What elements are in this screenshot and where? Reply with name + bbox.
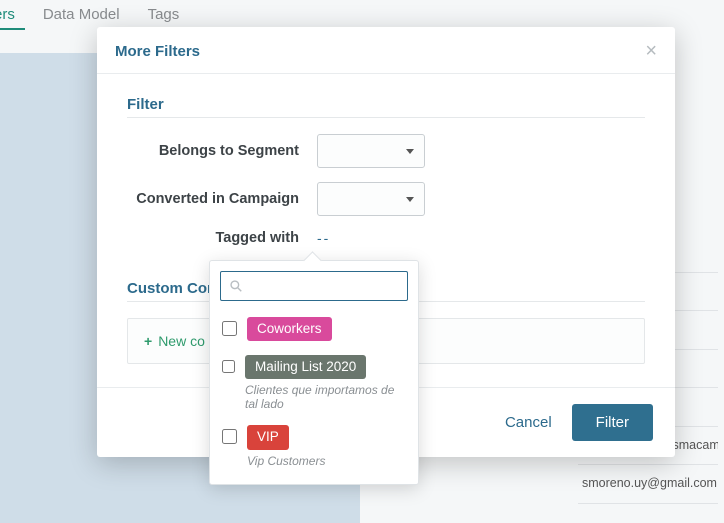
tag-badge: Coworkers <box>247 317 332 341</box>
search-icon <box>229 279 243 293</box>
tag-option-mailing-list-2020[interactable]: Mailing List 2020 Clientes que importamo… <box>220 351 408 421</box>
modal-header: More Filters × <box>97 27 675 74</box>
chevron-down-icon <box>406 149 414 154</box>
row-belongs-to-segment: Belongs to Segment <box>127 134 645 168</box>
label-belongs-to-segment: Belongs to Segment <box>127 143 317 159</box>
filter-button[interactable]: Filter <box>572 404 653 441</box>
section-divider <box>127 117 645 118</box>
row-tagged-with: Tagged with -- <box>127 230 645 246</box>
tag-option-vip[interactable]: VIP Vip Customers <box>220 421 408 477</box>
tag-badge: VIP <box>247 425 289 449</box>
tag-search-input[interactable] <box>255 278 436 294</box>
segment-dropdown[interactable] <box>317 134 425 168</box>
tag-search-box[interactable] <box>220 271 408 301</box>
tag-checkbox[interactable] <box>222 429 237 444</box>
label-converted-in-campaign: Converted in Campaign <box>127 191 317 207</box>
new-condition-button[interactable]: + New co <box>144 333 205 349</box>
tag-checkbox[interactable] <box>222 359 235 374</box>
tagged-with-trigger[interactable]: -- <box>317 230 330 246</box>
tag-description: Vip Customers <box>247 454 325 468</box>
tag-option-coworkers[interactable]: Coworkers <box>220 313 408 351</box>
tag-description: Clientes que importamos de tal lado <box>245 383 406 411</box>
row-converted-in-campaign: Converted in Campaign <box>127 182 645 216</box>
filter-section-title: Filter <box>127 96 645 113</box>
campaign-dropdown[interactable] <box>317 182 425 216</box>
tag-checkbox[interactable] <box>222 321 237 336</box>
tag-popover: Coworkers Mailing List 2020 Clientes que… <box>209 260 419 485</box>
chevron-down-icon <box>406 197 414 202</box>
modal-title: More Filters <box>115 43 200 60</box>
cancel-button[interactable]: Cancel <box>495 406 562 439</box>
new-condition-label: New co <box>158 333 205 349</box>
tag-badge: Mailing List 2020 <box>245 355 366 379</box>
plus-icon: + <box>144 333 152 349</box>
label-tagged-with: Tagged with <box>127 230 317 246</box>
close-icon[interactable]: × <box>645 41 657 61</box>
